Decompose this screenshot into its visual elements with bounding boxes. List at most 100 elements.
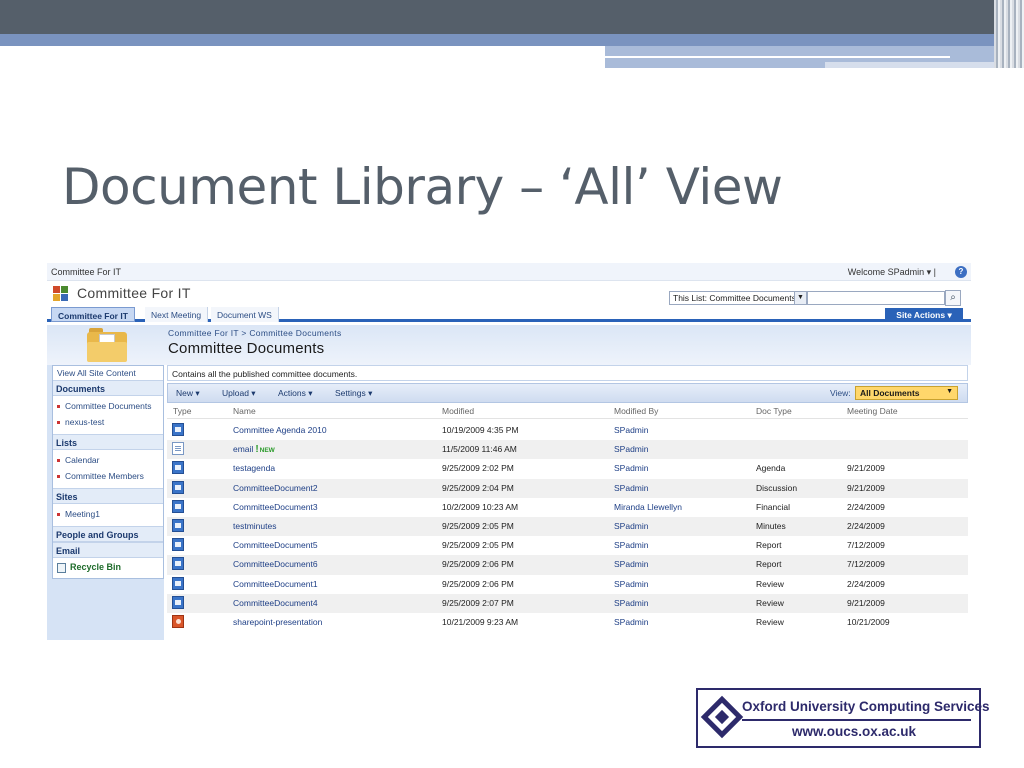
document-link[interactable]: Committee Agenda 2010 xyxy=(233,425,327,435)
modified-by-cell[interactable]: SPadmin xyxy=(614,483,649,493)
doc-type-cell: Agenda xyxy=(756,463,786,474)
view-all-site-content-link[interactable]: View All Site Content xyxy=(57,368,136,378)
site-actions-button[interactable]: Site Actions ▾ xyxy=(885,308,963,322)
column-header-name[interactable]: Name xyxy=(233,406,256,416)
document-link[interactable]: CommitteeDocument5 xyxy=(233,540,318,550)
actions-menu[interactable]: Actions ▾ xyxy=(278,388,313,399)
table-row[interactable]: CommitteeDocument3 10/2/2009 10:23 AM Mira… xyxy=(167,498,968,517)
search-input[interactable] xyxy=(807,291,945,305)
tab-committee-for-it[interactable]: Committee For IT xyxy=(51,307,135,322)
table-row[interactable]: Committee Agenda 2010 10/19/2009 4:35 PM S… xyxy=(167,421,968,440)
document-library-list: Contains all the published committee doc… xyxy=(167,365,968,640)
modified-by-cell[interactable]: SPadmin xyxy=(614,559,649,569)
welcome-menu[interactable]: Welcome SPadmin ▾ | xyxy=(848,267,936,278)
word-doc-icon[interactable] xyxy=(172,461,184,475)
quick-launch-item[interactable]: nexus-test xyxy=(57,417,104,427)
modified-by-cell[interactable]: SPadmin xyxy=(614,617,649,627)
word-doc-icon[interactable] xyxy=(172,557,184,571)
quick-launch-email-header[interactable]: Email xyxy=(53,542,163,558)
modified-by-cell[interactable]: SPadmin xyxy=(614,540,649,550)
list-rows: Committee Agenda 2010 10/19/2009 4:35 PM S… xyxy=(167,421,968,632)
column-header-doc-type[interactable]: Doc Type xyxy=(756,406,792,416)
document-name-cell: CommitteeDocument3 xyxy=(233,502,318,512)
top-nav: Committee For IT Next Meeting Document W… xyxy=(47,307,971,322)
slide-accent-bar xyxy=(0,34,995,46)
document-link[interactable]: testagenda xyxy=(233,463,275,473)
settings-menu[interactable]: Settings ▾ xyxy=(335,388,372,399)
search-scope-select[interactable]: This List: Committee Documents ▼ xyxy=(669,291,807,305)
doc-type-cell: Discussion xyxy=(756,482,798,493)
document-link[interactable]: testminutes xyxy=(233,521,276,531)
new-menu[interactable]: New ▾ xyxy=(176,388,200,399)
text-doc-icon[interactable] xyxy=(172,442,184,456)
document-link[interactable]: sharepoint-presentation xyxy=(233,617,322,627)
quick-launch-sites-header[interactable]: Sites xyxy=(53,488,163,504)
search-icon[interactable]: ⌕ xyxy=(945,290,961,306)
global-breadcrumb[interactable]: Committee For IT xyxy=(51,267,121,277)
modified-by-cell[interactable]: SPadmin xyxy=(614,444,649,454)
view-select-value: All Documents xyxy=(860,388,920,398)
word-doc-icon[interactable] xyxy=(172,576,184,590)
recycle-bin-link[interactable]: Recycle Bin xyxy=(57,562,121,573)
word-doc-icon[interactable] xyxy=(172,518,184,532)
oucs-diamond-icon xyxy=(700,695,744,739)
quick-launch-item[interactable]: Committee Members xyxy=(57,471,144,481)
column-header-modified[interactable]: Modified xyxy=(442,406,474,416)
word-doc-icon[interactable] xyxy=(172,595,184,609)
word-doc-icon[interactable] xyxy=(172,538,184,552)
oucs-logo-name: Oxford University Computing Services xyxy=(742,699,990,714)
table-row[interactable]: testminutes 9/25/2009 2:05 PM SPadmin Minut… xyxy=(167,516,968,537)
word-doc-icon[interactable] xyxy=(172,480,184,494)
ppt-doc-icon[interactable] xyxy=(172,614,184,628)
quick-launch-item[interactable]: Meeting1 xyxy=(57,509,100,519)
upload-menu[interactable]: Upload ▾ xyxy=(222,388,256,399)
modified-cell: 9/25/2009 2:05 PM xyxy=(442,540,514,551)
quick-launch-people-header[interactable]: People and Groups xyxy=(53,526,163,542)
table-row[interactable]: email !NEW 11/5/2009 11:46 AM SPadmin xyxy=(167,440,968,460)
table-row[interactable]: CommitteeDocument5 9/25/2009 2:05 PM SPadm… xyxy=(167,536,968,555)
document-link[interactable]: email xyxy=(233,444,253,454)
word-doc-icon[interactable] xyxy=(172,423,184,436)
table-row[interactable]: CommitteeDocument1 9/25/2009 2:06 PM SPadm… xyxy=(167,575,968,594)
tab-document-ws[interactable]: Document WS xyxy=(211,307,279,322)
table-row[interactable]: testagenda 9/25/2009 2:02 PM SPadmin Agenda… xyxy=(167,459,968,478)
modified-cell: 9/25/2009 2:07 PM xyxy=(442,597,514,608)
word-doc-icon[interactable] xyxy=(172,499,184,513)
document-link[interactable]: CommitteeDocument4 xyxy=(233,598,318,608)
table-row[interactable]: CommitteeDocument2 9/25/2009 2:04 PM SPadm… xyxy=(167,478,968,498)
view-select[interactable]: All Documents ▼ xyxy=(855,386,958,400)
breadcrumb[interactable]: Committee For IT > Committee Documents xyxy=(168,328,342,338)
site-title[interactable]: Committee For IT xyxy=(77,285,191,301)
meeting-date-cell: 2/24/2009 xyxy=(847,520,885,531)
table-row[interactable]: CommitteeDocument4 9/25/2009 2:07 PM SPadm… xyxy=(167,593,968,613)
modified-by-cell[interactable]: SPadmin xyxy=(614,521,649,531)
document-link[interactable]: CommitteeDocument2 xyxy=(233,483,318,493)
quick-launch-lists-header[interactable]: Lists xyxy=(53,434,163,450)
document-link[interactable]: CommitteeDocument6 xyxy=(233,559,318,569)
modified-cell: 9/25/2009 2:05 PM xyxy=(442,520,514,531)
column-header-meeting-date[interactable]: Meeting Date xyxy=(847,406,898,416)
sharepoint-screenshot: Committee For IT Welcome SPadmin ▾ | ? C… xyxy=(47,263,971,640)
modified-by-cell[interactable]: SPadmin xyxy=(614,579,649,589)
modified-by-cell[interactable]: SPadmin xyxy=(614,463,649,473)
doc-type-cell: Minutes xyxy=(756,520,786,531)
folder-icon xyxy=(87,328,127,362)
quick-launch-documents-header[interactable]: Documents xyxy=(53,380,163,396)
help-icon[interactable]: ? xyxy=(955,266,967,278)
modified-by-cell[interactable]: Miranda Llewellyn xyxy=(614,502,682,512)
modified-by-cell[interactable]: SPadmin xyxy=(614,598,649,608)
modified-by-cell[interactable]: SPadmin xyxy=(614,425,649,435)
table-row[interactable]: sharepoint-presentation 10/21/2009 9:23 A… xyxy=(167,613,968,632)
quick-launch-item[interactable]: Committee Documents xyxy=(57,401,151,411)
column-header-modified-by[interactable]: Modified By xyxy=(614,406,658,416)
column-header-type[interactable]: Type xyxy=(173,406,191,416)
table-row[interactable]: CommitteeDocument6 9/25/2009 2:06 PM SPadm… xyxy=(167,555,968,575)
document-link[interactable]: CommitteeDocument3 xyxy=(233,502,318,512)
document-name-cell: CommitteeDocument2 xyxy=(233,483,318,493)
quick-launch-item[interactable]: Calendar xyxy=(57,455,100,465)
document-link[interactable]: CommitteeDocument1 xyxy=(233,579,318,589)
modified-cell: 9/25/2009 2:04 PM xyxy=(442,482,514,493)
tab-next-meeting[interactable]: Next Meeting xyxy=(145,307,209,322)
global-breadcrumb-bar: Committee For IT Welcome SPadmin ▾ | ? xyxy=(47,263,971,281)
oucs-logo-divider xyxy=(742,719,971,721)
